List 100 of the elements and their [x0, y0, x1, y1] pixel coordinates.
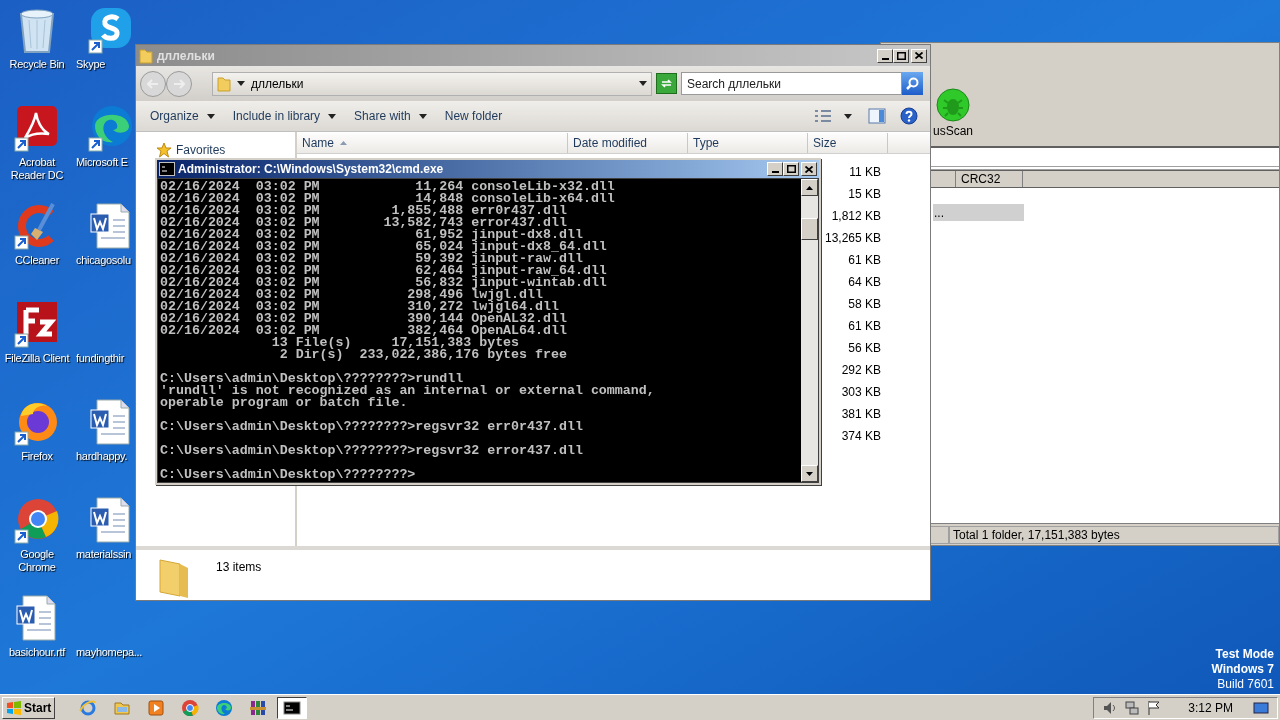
status-bar: Total 1 folder, 17,151,383 bytes [949, 525, 1279, 544]
browser-icon[interactable] [87, 104, 135, 152]
icon-label[interactable]: FileZilla Client [4, 352, 70, 365]
table-cell-text: 15 KB [848, 186, 881, 203]
console-line: 02/16/2024 03:02 PM 61,952 jinput-dx8.dll [160, 229, 583, 241]
table-cell-text: 61 KB [848, 252, 881, 269]
console-line: C:\Users\admin\Desktop\????????>regsvr32 err0r437.dll [160, 421, 584, 433]
maximize-icon [896, 51, 906, 60]
preview-pane-icon[interactable] [868, 108, 886, 124]
console-line: 13 File(s) 17,151,383 bytes [270, 337, 520, 349]
system-notice: Build 7601 [1217, 677, 1274, 692]
browser-icon [215, 698, 234, 717]
column-header[interactable]: Type [688, 133, 808, 153]
table-cell-text: 1,812 KB [831, 208, 881, 225]
minimize-icon [881, 57, 889, 60]
search-field[interactable]: Search дллельки [681, 72, 902, 95]
console-line: C:\Users\admin\Desktop\????????>rundll [160, 373, 464, 385]
icon-label[interactable]: Acrobat Reader DC [10, 156, 64, 182]
console-icon [283, 698, 302, 717]
table-cell-text: 11 KB [849, 164, 881, 181]
icon-label[interactable]: mayhomepa... [76, 646, 143, 659]
toolbar-button[interactable]: Share with [348, 104, 433, 128]
console-line: 02/16/2024 03:02 PM 11,264 consoleLib-x32.dll [160, 181, 616, 193]
up-arrow-icon [806, 185, 813, 190]
maximize-button[interactable] [783, 162, 799, 176]
column-header[interactable]: Size [808, 133, 888, 153]
title-bar[interactable]: Administrator: C:\Windows\System32\cmd.exe [157, 160, 819, 178]
close-icon [915, 52, 923, 59]
window-title: Administrator: C:\Windows\System32\cmd.exe [178, 161, 444, 178]
column-header[interactable]: CRC32 [956, 171, 1023, 187]
toolbar-label[interactable]: usScan [933, 122, 974, 140]
taskbar-app-button[interactable] [277, 696, 308, 719]
icon-label[interactable]: Firefox [21, 450, 53, 463]
console-line: 02/16/2024 03:02 PM 65,024 jinput-dx8_64.dll [160, 241, 608, 253]
toolbar-button[interactable]: Include in library [226, 104, 343, 128]
scroll-down-button[interactable] [801, 465, 818, 482]
table-cell-text: 64 KB [848, 274, 881, 291]
table-cell-text: 374 KB [841, 428, 881, 445]
console-line: 02/16/2024 03:02 PM 382,464 OpenAL64.dll [160, 325, 568, 337]
browser-icon [79, 698, 98, 717]
network-icon[interactable] [1124, 699, 1141, 716]
icon-label[interactable]: Microsoft E [76, 156, 128, 169]
address-bar[interactable]: дллельки [212, 71, 652, 96]
search-icon [906, 77, 919, 90]
browser-icon [181, 698, 200, 717]
close-button[interactable] [801, 162, 817, 176]
minimize-button[interactable] [877, 48, 893, 63]
icon-label[interactable]: Recycle Bin [9, 58, 65, 71]
table-cell-text: 381 KB [841, 406, 881, 423]
scroll-thumb[interactable] [801, 218, 818, 240]
item-count: 13 items [216, 559, 262, 576]
caret-icon [844, 113, 852, 119]
refresh-icon [660, 78, 673, 89]
icon-label[interactable]: basichour.rtf [9, 646, 65, 659]
icon-label[interactable]: CCleaner [14, 254, 60, 267]
icon-label[interactable]: fundingthir [76, 352, 125, 365]
star-icon [156, 142, 172, 158]
console-line: 02/16/2024 03:02 PM 1,855,488 err0r437.dll [160, 205, 568, 217]
icon-label[interactable]: chicagosolu [76, 254, 131, 267]
toolbar-button[interactable]: Organize [144, 104, 221, 128]
table-cell-text: 303 KB [841, 384, 881, 401]
close-icon [805, 165, 813, 173]
scrollbar[interactable] [801, 179, 818, 482]
scroll-up-button[interactable] [801, 179, 818, 196]
table-cell-text: 61 KB [848, 318, 881, 335]
console-line: 02/16/2024 03:02 PM 62,464 jinput-raw_64.dll [160, 265, 608, 277]
table-cell-text: 58 KB [848, 296, 881, 313]
search-button[interactable] [902, 72, 923, 95]
console-line: 02/16/2024 03:02 PM 56,832 jinput-wintab.dll [160, 277, 608, 289]
toolbar-button[interactable]: New folder [438, 104, 509, 128]
start-button[interactable]: Start [2, 696, 56, 719]
icon-label[interactable]: hardhappy. [76, 450, 128, 463]
system-notice: Test Mode [1215, 647, 1274, 662]
folder-icon [217, 75, 231, 92]
folder-icon [139, 47, 153, 64]
media-player-icon [147, 698, 166, 717]
help-icon[interactable] [900, 107, 918, 125]
table-cell-text: 13,265 KB [824, 230, 881, 247]
close-button[interactable] [911, 48, 927, 63]
column-header[interactable]: Date modified [568, 133, 688, 153]
window-title: дллельки [157, 47, 215, 65]
console-line: C:\Users\admin\Desktop\????????>regsvr32 error437.dll [160, 445, 584, 457]
maximize-button[interactable] [893, 48, 909, 63]
browser-icon[interactable] [13, 496, 61, 544]
console-line: 2 Dir(s) 233,022,386,176 bytes free [278, 349, 568, 361]
console-line: 02/16/2024 03:02 PM 310,272 lwjgl64.dll [160, 301, 559, 313]
console-icon [159, 162, 175, 176]
view-list-icon[interactable] [814, 109, 832, 123]
list-row[interactable]: ... [933, 204, 1024, 221]
minimize-button[interactable] [767, 162, 783, 176]
show-desktop-icon[interactable] [1253, 700, 1269, 715]
bug-scan-icon[interactable] [936, 88, 970, 122]
icon-label[interactable]: Google Chrome [18, 548, 56, 574]
nav-item[interactable]: Favorites [176, 141, 226, 159]
refresh-button[interactable] [656, 73, 677, 94]
console-line: 02/16/2024 03:02 PM 298,496 lwjgl.dll [160, 289, 543, 301]
console-line: 'rundll' is not recognized as an internal or external command, [160, 385, 656, 397]
icon-label[interactable]: materialssin [76, 548, 132, 561]
column-header[interactable]: Name [297, 133, 568, 153]
icon-label[interactable]: Skype [76, 58, 106, 71]
